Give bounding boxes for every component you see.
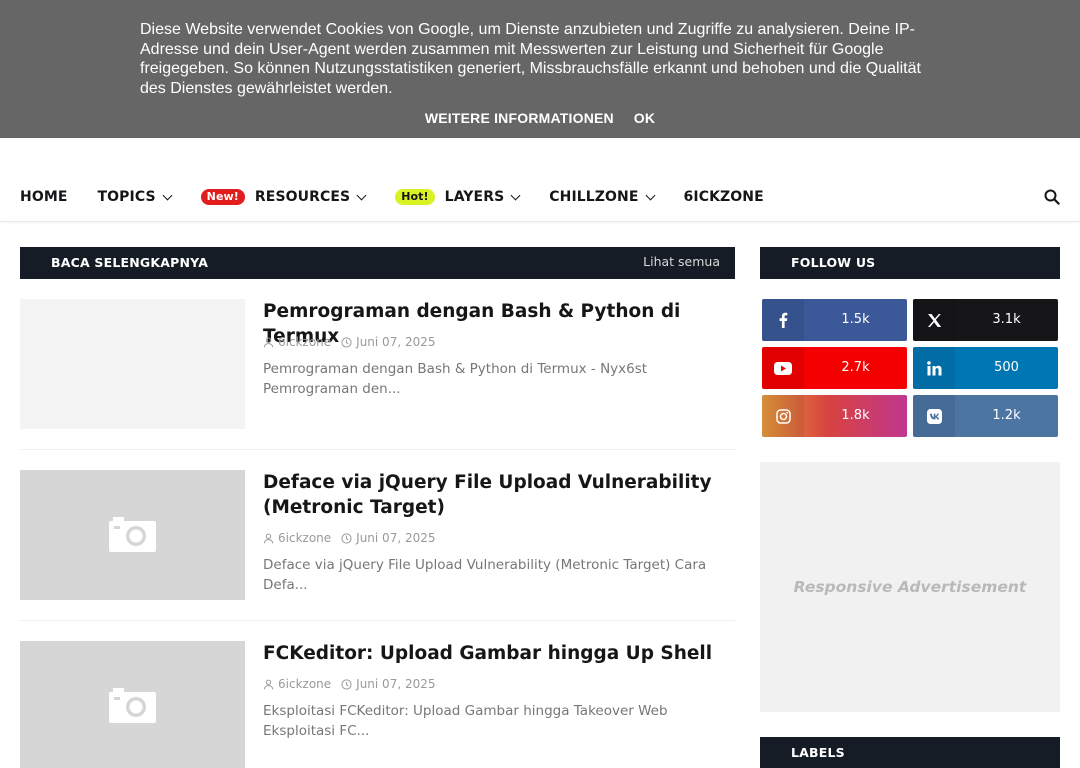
follow-us-title: FOLLOW US [791,255,876,270]
facebook-icon [762,299,804,341]
post-date: Juni 07, 2025 [341,677,436,691]
nav-item-resources[interactable]: New! RESOURCES [200,189,367,205]
post-thumbnail[interactable] [20,641,245,768]
camera-icon [109,517,156,552]
youtube-icon [762,347,804,389]
post-card: Pemrograman dengan Bash & Python di Term… [20,299,735,429]
hot-badge: Hot! [395,189,435,205]
post-card: Deface via jQuery File Upload Vulnerabil… [20,470,735,600]
post-thumbnail[interactable] [20,299,245,429]
labels-title: LABELS [791,745,845,760]
cookie-notice-text: Diese Website verwendet Cookies von Goog… [140,21,921,97]
nav-item-layers[interactable]: Hot! LAYERS [395,189,521,205]
more-info-link[interactable]: WEITERE INFORMATIONEN [425,110,614,126]
x-count: 3.1k [992,312,1021,327]
nav-item-6ickzone[interactable]: 6ICKZONE [684,189,764,205]
chevron-down-icon [510,190,521,200]
post-excerpt: Pemrograman dengan Bash & Python di Term… [263,361,648,397]
labels-header: LABELS [760,737,1060,768]
nav-item-label: RESOURCES [254,189,351,205]
facebook-count: 1.5k [841,312,870,327]
post-author[interactable]: 6ickzone [263,335,331,349]
cookie-actions: WEITERE INFORMATIONEN OK [0,110,1080,126]
instagram-count: 1.8k [841,408,870,423]
post-meta: 6ickzone Juni 07, 2025 [263,335,446,349]
main-nav: HOME TOPICS New! RESOURCES Hot! LAYERS C… [0,172,1080,222]
search-icon [1044,189,1060,205]
vk-count: 1.2k [992,408,1021,423]
linkedin-count: 500 [994,360,1019,375]
advertisement-slot[interactable]: Responsive Advertisement [760,462,1060,712]
section-header: BACA SELENGKAPNYA Lihat semua [20,247,735,279]
facebook-button[interactable]: 1.5k [762,299,907,341]
instagram-button[interactable]: 1.8k [762,395,907,437]
user-icon [263,533,274,543]
nav-item-chillzone[interactable]: CHILLZONE [549,189,655,205]
nav-item-topics[interactable]: TOPICS [97,189,173,205]
post-title[interactable]: Deface via jQuery File Upload Vulnerabil… [263,470,735,520]
post-author-name: 6ickzone [278,677,332,691]
post-author-name: 6ickzone [278,335,332,349]
camera-icon [109,688,156,723]
cookie-banner: Diese Website verwendet Cookies von Goog… [0,0,1080,138]
user-icon [263,679,274,689]
section-title: BACA SELENGKAPNYA [51,255,209,270]
nav-menu: HOME TOPICS New! RESOURCES Hot! LAYERS C… [20,172,794,222]
nav-item-label: LAYERS [444,189,505,205]
view-all-link[interactable]: Lihat semua [643,247,720,277]
nav-item-home[interactable]: HOME [20,189,68,205]
youtube-count: 2.7k [841,360,870,375]
advertisement-label: Responsive Advertisement [793,578,1027,596]
post-meta: 6ickzone Juni 07, 2025 [263,531,446,545]
post-thumbnail[interactable] [20,470,245,600]
vk-button[interactable]: 1.2k [913,395,1058,437]
post-date-text: Juni 07, 2025 [356,531,436,545]
search-button[interactable] [1044,189,1062,207]
nav-item-label: 6ICKZONE [683,189,764,205]
post-date-text: Juni 07, 2025 [356,677,436,691]
post-divider [20,449,735,450]
post-meta: 6ickzone Juni 07, 2025 [263,677,446,691]
clock-icon [341,678,352,690]
post-date: Juni 07, 2025 [341,531,436,545]
chevron-down-icon [645,190,655,200]
x-button[interactable]: 3.1k [913,299,1058,341]
youtube-button[interactable]: 2.7k [762,347,907,389]
clock-icon [341,532,352,544]
post-excerpt: Deface via jQuery File Upload Vulnerabil… [263,557,707,593]
post-author-name: 6ickzone [278,531,332,545]
post-date-text: Juni 07, 2025 [356,335,436,349]
post-author[interactable]: 6ickzone [263,531,331,545]
instagram-icon [762,395,804,437]
vk-icon [913,395,955,437]
post-divider [20,620,735,621]
chevron-down-icon [162,190,173,200]
nav-item-label: TOPICS [97,189,156,205]
x-icon [913,299,955,341]
post-title[interactable]: FCKeditor: Upload Gambar hingga Up Shell [263,641,735,666]
nav-item-label: HOME [20,189,68,205]
nav-item-label: CHILLZONE [549,189,639,205]
linkedin-button[interactable]: 500 [913,347,1058,389]
post-date: Juni 07, 2025 [341,335,436,349]
clock-icon [341,336,352,348]
post-author[interactable]: 6ickzone [263,677,331,691]
cookie-ok-button[interactable]: OK [634,110,655,126]
linkedin-icon [913,347,955,389]
post-excerpt: Eksploitasi FCKeditor: Upload Gambar hin… [263,703,668,739]
new-badge: New! [200,189,245,205]
chevron-down-icon [356,190,367,200]
user-icon [263,337,274,347]
follow-us-header: FOLLOW US [760,247,1060,279]
post-card: FCKeditor: Upload Gambar hingga Up Shell… [20,641,735,768]
